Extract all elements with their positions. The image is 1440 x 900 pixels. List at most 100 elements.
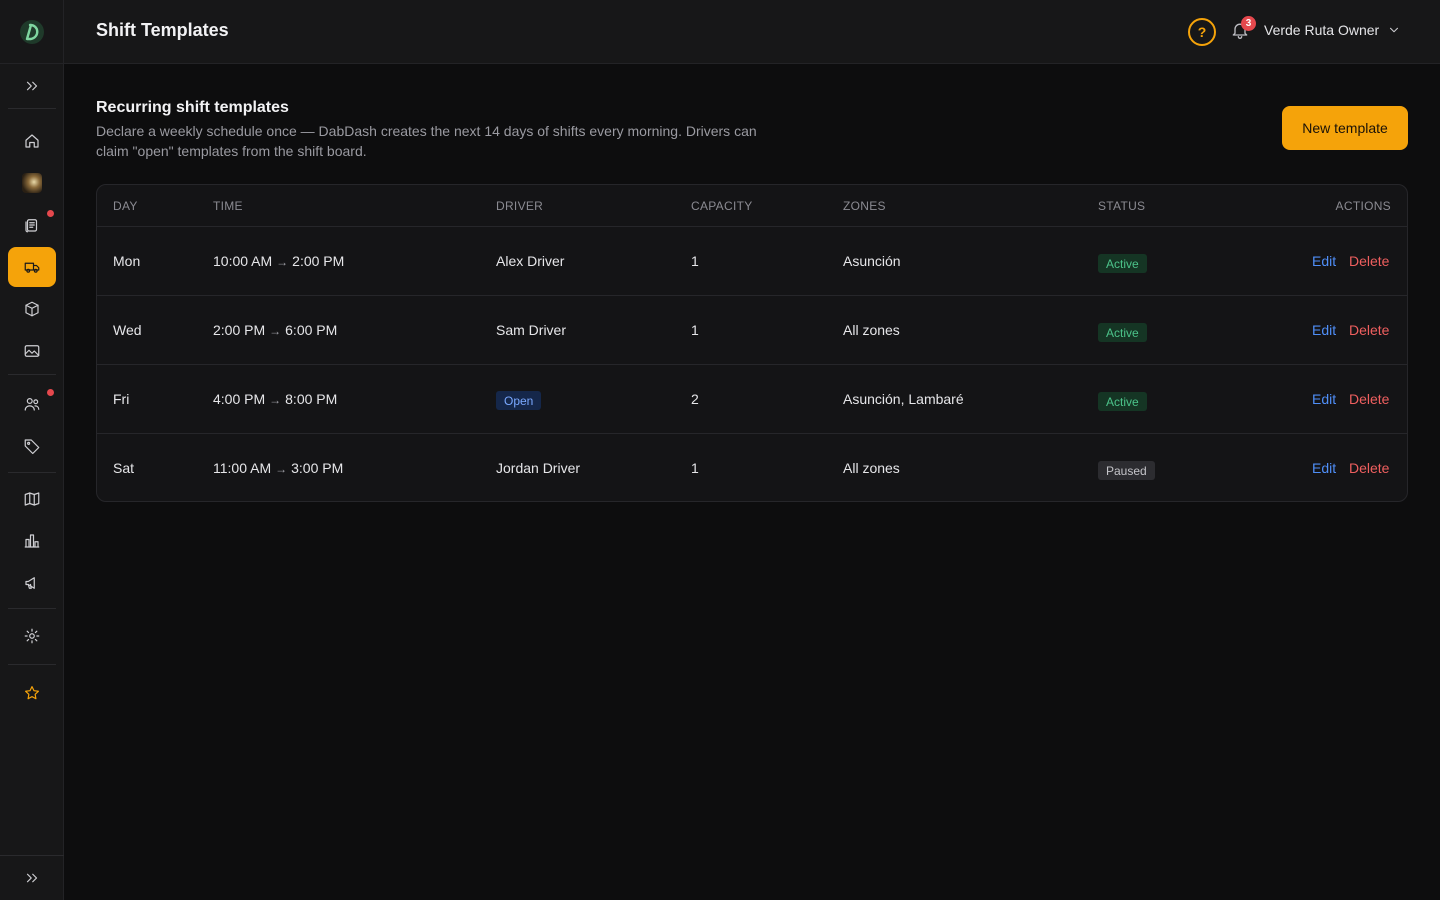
zones-cell: All zones xyxy=(843,460,900,476)
sidebar-item-analytics[interactable] xyxy=(8,521,56,561)
users-icon xyxy=(24,398,40,411)
tag-icon xyxy=(24,439,40,455)
sidebar-item-marketing[interactable] xyxy=(8,563,56,603)
section-title: Recurring shift templates xyxy=(96,99,289,116)
customers-notification-dot xyxy=(47,389,54,396)
end-time: 2:00 PM xyxy=(292,253,345,269)
sidebar-item-customers[interactable] xyxy=(8,384,56,424)
arrow-icon: → xyxy=(276,255,289,269)
edit-button[interactable]: Edit xyxy=(1312,322,1336,338)
section-description: Declare a weekly schedule once — DabDash… xyxy=(96,123,757,159)
user-menu[interactable]: Verde Ruta Owner xyxy=(1264,22,1401,38)
chevrons-right-icon xyxy=(26,81,38,91)
delete-button[interactable]: Delete xyxy=(1349,391,1389,407)
analytics-icon xyxy=(24,534,40,548)
image-icon xyxy=(24,345,40,357)
notifications-button[interactable]: 3 xyxy=(1230,16,1256,44)
sidebar-item-map[interactable] xyxy=(8,479,56,519)
user-name: Verde Ruta Owner xyxy=(1264,22,1380,38)
top-bar: Shift Templates ? 3 Verde Ruta Owner xyxy=(64,0,1440,64)
day-cell: Wed xyxy=(113,322,142,338)
driver-cell: Jordan Driver xyxy=(496,460,581,476)
table-header: DAY TIME DRIVER CAPACITY ZONES STATUS AC… xyxy=(97,185,1407,227)
delivery-truck-icon xyxy=(24,262,40,273)
delete-button[interactable]: Delete xyxy=(1349,322,1389,338)
driver-cell: Sam Driver xyxy=(496,322,567,338)
star-icon xyxy=(25,686,39,700)
logo-mark-icon xyxy=(20,19,44,44)
sidebar-item-store[interactable] xyxy=(8,163,56,203)
sidebar-item-shifts[interactable] xyxy=(8,247,56,287)
sidebar xyxy=(0,0,64,900)
zones-cell: Asunción, Lambaré xyxy=(843,391,964,407)
sidebar-divider xyxy=(8,374,56,375)
zones-cell: Asunción xyxy=(843,253,901,269)
delete-button[interactable]: Delete xyxy=(1349,253,1389,269)
table-row: Sat 11:00 AM → 3:00 PM Jordan Driver 1 All… xyxy=(97,434,1407,501)
chevrons-right-icon xyxy=(26,873,38,883)
delete-button[interactable]: Delete xyxy=(1349,460,1389,476)
expand-sidebar-button[interactable] xyxy=(8,66,56,106)
dabdash-logo[interactable] xyxy=(0,0,64,64)
chevron-down-icon xyxy=(1390,27,1399,33)
column-header-zones: ZONES xyxy=(843,199,886,213)
help-icon: ? xyxy=(1197,24,1207,40)
capacity-cell: 1 xyxy=(691,460,699,476)
new-template-button[interactable]: New template xyxy=(1282,106,1408,150)
orders-notification-dot xyxy=(47,210,54,217)
arrow-icon: → xyxy=(275,462,288,476)
time-cell: 10:00 AM → 2:00 PM xyxy=(213,253,344,269)
sidebar-item-media[interactable] xyxy=(8,331,56,371)
sidebar-divider xyxy=(8,664,56,665)
edit-button[interactable]: Edit xyxy=(1312,460,1336,476)
sidebar-item-settings[interactable] xyxy=(8,616,56,656)
status-badge: Active xyxy=(1098,254,1147,273)
start-time: 11:00 AM xyxy=(213,460,272,476)
column-header-status: STATUS xyxy=(1098,199,1146,213)
home-icon xyxy=(25,134,39,148)
start-time: 4:00 PM xyxy=(213,391,266,407)
end-time: 8:00 PM xyxy=(285,391,338,407)
edit-button[interactable]: Edit xyxy=(1312,391,1336,407)
arrow-icon: → xyxy=(269,324,282,338)
sidebar-divider xyxy=(8,472,56,473)
arrow-icon: → xyxy=(269,393,282,407)
time-cell: 11:00 AM → 3:00 PM xyxy=(213,460,343,476)
sidebar-item-upgrade[interactable] xyxy=(8,673,56,713)
map-icon xyxy=(24,492,40,506)
edit-button[interactable]: Edit xyxy=(1312,253,1336,269)
column-header-driver: DRIVER xyxy=(496,199,544,213)
store-avatar-icon xyxy=(22,173,42,193)
package-icon xyxy=(25,301,39,317)
end-time: 3:00 PM xyxy=(291,460,344,476)
day-cell: Mon xyxy=(113,253,141,269)
driver-cell: Alex Driver xyxy=(496,253,565,269)
collapse-toggle-button[interactable] xyxy=(8,858,56,898)
status-badge: Active xyxy=(1098,323,1147,342)
shift-templates-table: DAY TIME DRIVER CAPACITY ZONES STATUS AC… xyxy=(96,184,1408,502)
sidebar-divider xyxy=(8,108,56,109)
column-header-day: DAY xyxy=(113,199,138,213)
page-title: Shift Templates xyxy=(96,20,229,40)
sidebar-divider xyxy=(0,855,64,856)
start-time: 10:00 AM xyxy=(213,253,273,269)
sidebar-item-promotions[interactable] xyxy=(8,426,56,466)
sidebar-item-orders[interactable] xyxy=(8,205,56,245)
column-header-actions: ACTIONS xyxy=(1335,199,1391,213)
notification-count-badge: 3 xyxy=(1241,16,1256,31)
sidebar-item-home[interactable] xyxy=(8,121,56,161)
time-cell: 4:00 PM → 8:00 PM xyxy=(213,391,337,407)
column-header-capacity: CAPACITY xyxy=(691,199,753,213)
help-button[interactable]: ? xyxy=(1188,18,1216,46)
table-row: Mon 10:00 AM → 2:00 PM Alex Driver 1 Asunc… xyxy=(97,227,1407,296)
time-cell: 2:00 PM → 6:00 PM xyxy=(213,322,337,338)
sidebar-item-products[interactable] xyxy=(8,289,56,329)
table-row: Wed 2:00 PM → 6:00 PM Sam Driver 1 All zon… xyxy=(97,296,1407,365)
sidebar-divider xyxy=(8,608,56,609)
status-badge: Active xyxy=(1098,392,1147,411)
table-row: Fri 4:00 PM → 8:00 PM Open 2 Asunción, Lam… xyxy=(97,365,1407,434)
start-time: 2:00 PM xyxy=(213,322,266,338)
column-header-time: TIME xyxy=(213,199,243,213)
capacity-cell: 1 xyxy=(691,322,699,338)
end-time: 6:00 PM xyxy=(285,322,338,338)
